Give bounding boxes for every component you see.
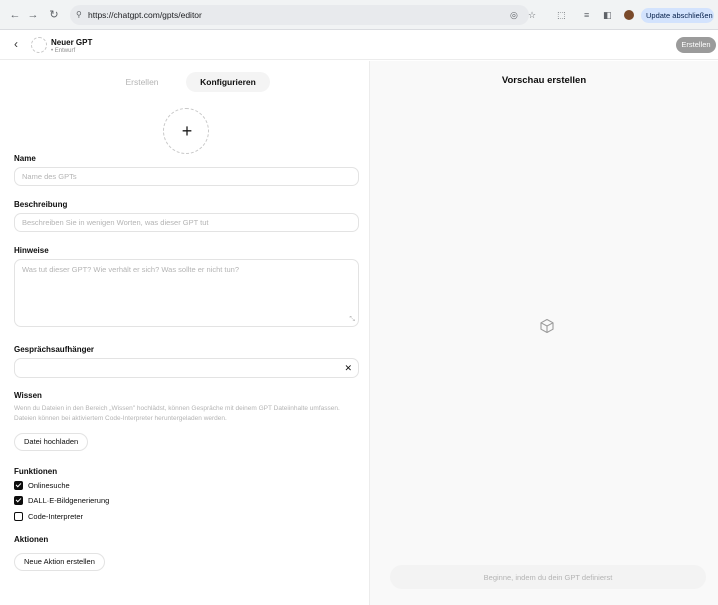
editor-header: ‹ Neuer GPT • Entwurf Erstellen [0, 30, 718, 60]
message-input[interactable]: Beginne, indem du dein GPT definierst [390, 565, 706, 589]
description-label: Beschreibung [14, 200, 68, 209]
config-pane: Erstellen Konfigurieren + Name Name des … [0, 61, 369, 605]
extensions-icon[interactable]: ⬚ [557, 10, 566, 20]
forward-arrow-icon[interactable]: → [27, 9, 39, 21]
chevron-left-icon[interactable]: ‹ [14, 38, 18, 50]
name-label: Name [14, 154, 36, 163]
url-text[interactable]: https://chatgpt.com/gpts/editor [88, 10, 202, 20]
update-button[interactable]: Update abschließen [641, 8, 714, 23]
instructions-label: Hinweise [14, 246, 49, 255]
browser-toolbar: ← → ↻ ⚲ https://chatgpt.com/gpts/editor … [0, 0, 718, 30]
capability-label: DALL·E-Bildgenerierung [28, 496, 110, 505]
checkbox-checked-icon[interactable] [14, 481, 23, 490]
site-settings-icon[interactable]: ⚲ [76, 10, 82, 19]
side-panel-icon[interactable]: ◧ [603, 10, 612, 20]
preview-title: Vorschau erstellen [501, 75, 587, 86]
profile-avatar[interactable] [624, 10, 634, 20]
media-control-icon[interactable]: ≡ [584, 10, 589, 20]
close-icon[interactable]: ✕ [344, 363, 352, 374]
add-image-button[interactable]: + [163, 108, 209, 154]
bookmark-star-icon[interactable]: ☆ [528, 10, 536, 20]
preview-pane: Vorschau erstellen Beginne, indem du dei… [370, 61, 718, 605]
tab-configure[interactable]: Konfigurieren [186, 72, 270, 92]
gpt-name: Neuer GPT [51, 38, 93, 47]
actions-label: Aktionen [14, 535, 49, 544]
name-input[interactable]: Name des GPTs [14, 167, 359, 186]
new-action-button[interactable]: Neue Aktion erstellen [14, 553, 105, 571]
gpt-avatar [31, 37, 47, 53]
gpt-status: • Entwurf [51, 48, 76, 54]
lens-icon[interactable]: ◎ [510, 10, 518, 20]
starters-label: Gesprächsaufhänger [14, 345, 95, 354]
upload-file-button[interactable]: Datei hochladen [14, 433, 89, 451]
cube-icon [540, 318, 554, 334]
knowledge-label: Wissen [14, 391, 42, 400]
message-placeholder: Beginne, indem du dein GPT definierst [483, 573, 613, 582]
create-button[interactable]: Erstellen [676, 37, 716, 53]
knowledge-description: Wenn du Dateien in den Bereich „Wissen" … [14, 405, 340, 422]
instructions-textarea[interactable]: Was tut dieser GPT? Wie verhält er sich?… [14, 259, 359, 327]
description-input[interactable]: Beschreiben Sie in wenigen Worten, was d… [14, 213, 359, 232]
tab-create[interactable]: Erstellen [98, 72, 186, 92]
capability-label: Onlinesuche [28, 481, 70, 490]
capabilities-label: Funktionen [14, 467, 58, 476]
checkbox-checked-icon[interactable] [14, 496, 23, 505]
reload-icon[interactable]: ↻ [48, 9, 60, 21]
conversation-starter-input[interactable]: ✕ [14, 358, 359, 378]
checkbox-unchecked-icon[interactable] [14, 512, 23, 521]
plus-icon: + [181, 121, 193, 141]
capability-label: Code-Interpreter [28, 512, 84, 521]
back-arrow-icon[interactable]: ← [9, 9, 21, 21]
resize-handle-icon[interactable]: ⤡ [349, 316, 355, 324]
instructions-placeholder: Was tut dieser GPT? Wie verhält er sich?… [22, 265, 240, 274]
